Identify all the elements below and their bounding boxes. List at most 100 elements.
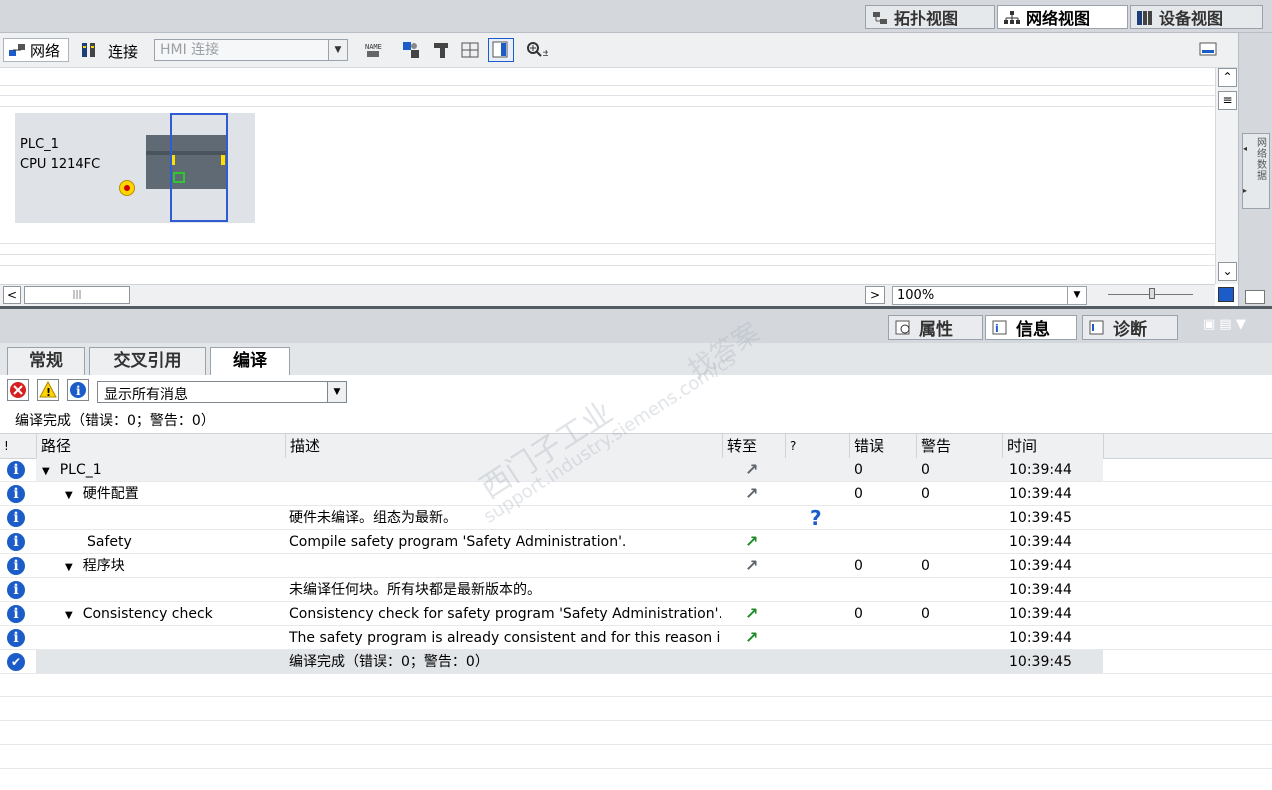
- tab-device-view[interactable]: 设备视图: [1130, 5, 1263, 29]
- tab-cross-reference[interactable]: 交叉引用: [89, 347, 206, 375]
- row-warnings: 0: [921, 606, 930, 622]
- zoom-select[interactable]: 100% ▼: [892, 286, 1087, 305]
- network-data-tab[interactable]: ◂ 网络数据 ▸: [1242, 133, 1270, 209]
- overview-toggle-button[interactable]: [488, 38, 514, 62]
- horizontal-scroll-thumb[interactable]: |||: [24, 286, 130, 304]
- zoom-slider[interactable]: [1108, 288, 1193, 299]
- network-mode-icon: [9, 44, 25, 56]
- tab-network-view[interactable]: 网络视图: [997, 5, 1128, 29]
- table-row[interactable]: i ▼ PLC_1 ↗ 0 0 10:39:44: [0, 458, 1272, 482]
- goto-arrow-icon[interactable]: ↗: [745, 558, 761, 574]
- table-row[interactable]: i Safety Compile safety program 'Safety Ad…: [0, 530, 1272, 554]
- expand-triangle-icon[interactable]: ▼: [65, 604, 73, 626]
- help-question-icon: [810, 554, 830, 578]
- tab-compile[interactable]: 编译: [210, 347, 290, 375]
- goto-arrow-icon[interactable]: ↗: [745, 486, 761, 502]
- row-time: 10:39:44: [1009, 558, 1072, 574]
- expand-triangle-icon[interactable]: ▼: [65, 556, 73, 578]
- scroll-left-icon[interactable]: <: [3, 286, 21, 304]
- col-warnings[interactable]: 警告: [916, 434, 1002, 458]
- filter-info-icon[interactable]: i: [67, 379, 89, 401]
- tab-topology-view[interactable]: 拓扑视图: [865, 5, 995, 29]
- tab-properties[interactable]: 属性: [888, 315, 983, 340]
- tab-topology-label: 拓扑视图: [894, 9, 959, 28]
- table-row[interactable]: ✔ 编译完成（错误：0；警告：0） 10:39:45: [0, 650, 1272, 674]
- connection-type-value: HMI 连接: [160, 42, 220, 58]
- tab-general[interactable]: 常规: [7, 347, 85, 375]
- row-time: 10:39:44: [1009, 630, 1072, 646]
- info-icon: i: [7, 461, 25, 479]
- row-description: 未编译任何块。所有块都是最新版本的。: [289, 582, 541, 598]
- help-question-icon: [810, 458, 830, 482]
- table-row[interactable]: i 硬件未编译。组态为最新。? 10:39:45: [0, 506, 1272, 530]
- svg-text:i: i: [995, 322, 999, 335]
- tab-info-label: 信息: [1016, 320, 1050, 340]
- zoom-in-icon[interactable]: ±: [526, 41, 550, 59]
- tab-diagnostics[interactable]: 诊断: [1082, 315, 1178, 340]
- collapse-left-icon: ◂: [1243, 144, 1248, 153]
- goto-arrow-icon[interactable]: ↗: [745, 606, 761, 622]
- table-row[interactable]: i ▼ Consistency check Consistency check for…: [0, 602, 1272, 626]
- message-filter-select[interactable]: 显示所有消息 ▼: [97, 381, 347, 403]
- network-mode-button[interactable]: 网络: [3, 38, 69, 62]
- table-row[interactable]: i The safety program is already consisten…: [0, 626, 1272, 650]
- row-warnings: 0: [921, 558, 930, 574]
- chevron-down-icon[interactable]: ▼: [328, 40, 347, 60]
- row-path: [87, 578, 285, 602]
- col-errors[interactable]: 错误: [849, 434, 916, 458]
- table-row[interactable]: i ▼ 程序块 ↗ 0 0 10:39:44: [0, 554, 1272, 578]
- row-description: Consistency check for safety program 'Sa…: [289, 606, 721, 622]
- expand-triangle-icon[interactable]: ▼: [65, 484, 73, 506]
- chevron-down-icon[interactable]: ▼: [327, 382, 346, 402]
- table-row[interactable]: i 未编译任何块。所有块都是最新版本的。 10:39:44: [0, 578, 1272, 602]
- page-break-icon[interactable]: [432, 41, 450, 59]
- canvas-vertical-scrollbar[interactable]: ⌃ ≡ ⌄: [1215, 68, 1239, 284]
- fit-view-icon[interactable]: [1218, 287, 1234, 302]
- col-path[interactable]: 路径: [36, 434, 285, 458]
- show-names-icon[interactable]: NAME: [364, 41, 382, 59]
- row-path-text: 程序块: [82, 558, 125, 574]
- info-icon: i: [7, 581, 25, 599]
- scroll-down-icon[interactable]: ⌄: [1218, 262, 1237, 281]
- help-question-icon: [810, 530, 830, 554]
- col-goto[interactable]: 转至: [722, 434, 785, 458]
- col-flag[interactable]: !: [0, 434, 36, 458]
- row-time: 10:39:44: [1009, 606, 1072, 622]
- table-row[interactable]: i ▼ 硬件配置 ↗ 0 0 10:39:44: [0, 482, 1272, 506]
- network-toolbar: 网络 连接 HMI 连接 ▼ NAME ±: [0, 33, 1238, 68]
- help-question-icon[interactable]: ?: [810, 506, 830, 530]
- connection-mode-icon[interactable]: [80, 41, 100, 59]
- goto-arrow-icon[interactable]: ↗: [745, 462, 761, 478]
- scroll-thumb[interactable]: ≡: [1218, 91, 1237, 110]
- canvas-horizontal-scrollbar[interactable]: < ||| > 100% ▼: [0, 284, 1234, 307]
- svg-text:i: i: [76, 384, 81, 398]
- window-controls-icon[interactable]: ▣ ▤ ▼: [1203, 317, 1246, 332]
- expand-triangle-icon[interactable]: ▼: [42, 460, 50, 482]
- goto-arrow-icon[interactable]: ↗: [745, 630, 761, 646]
- row-errors: 0: [854, 462, 863, 478]
- info-icon: i: [7, 485, 25, 503]
- col-time[interactable]: 时间: [1002, 434, 1103, 458]
- chevron-down-icon[interactable]: ▼: [1067, 287, 1086, 304]
- info-tab-icon: i: [992, 320, 1007, 335]
- grid-icon[interactable]: [461, 41, 479, 59]
- scroll-up-icon[interactable]: ⌃: [1218, 68, 1237, 87]
- topology-icon: [872, 10, 888, 24]
- row-path: [42, 650, 285, 674]
- panel-restore-icon[interactable]: [1245, 290, 1265, 304]
- row-time: 10:39:45: [1009, 510, 1072, 526]
- col-question[interactable]: ?: [785, 434, 849, 458]
- tab-info[interactable]: i 信息: [985, 315, 1077, 340]
- show-addresses-icon[interactable]: [402, 41, 420, 59]
- toolbar-options-icon[interactable]: [1199, 41, 1217, 59]
- filter-warnings-icon[interactable]: !: [37, 379, 59, 401]
- connection-type-select[interactable]: HMI 连接 ▼: [154, 39, 348, 61]
- scroll-right-icon[interactable]: >: [865, 286, 885, 304]
- filter-errors-icon[interactable]: [7, 379, 29, 401]
- device-type: CPU 1214FC: [20, 157, 101, 172]
- svg-text:NAME: NAME: [365, 43, 382, 51]
- properties-icon: [895, 320, 910, 334]
- svg-text:±: ±: [542, 48, 548, 59]
- device-icon: [1137, 10, 1153, 25]
- goto-arrow-icon[interactable]: ↗: [745, 534, 761, 550]
